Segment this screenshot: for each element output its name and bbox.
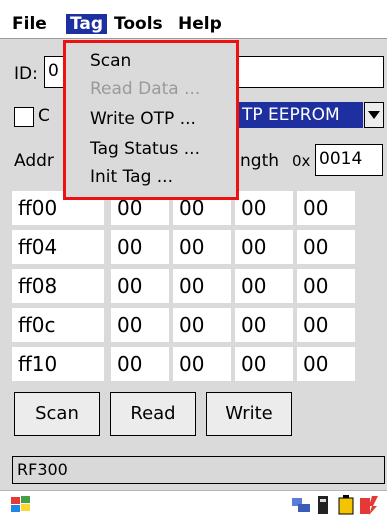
length-field[interactable]: 0014 <box>315 144 383 176</box>
length-label: ngth <box>240 151 280 171</box>
taskbar <box>0 490 387 518</box>
windows-start-icon[interactable] <box>10 495 32 515</box>
data-cell[interactable]: 00 <box>173 308 231 342</box>
data-cell[interactable]: 00 <box>111 347 169 381</box>
data-cell[interactable]: 00 <box>235 191 293 225</box>
network-icon[interactable] <box>290 496 312 514</box>
tag-dropdown-menu: Scan Read Data ... Write OTP ... Tag Sta… <box>63 40 239 200</box>
data-cell[interactable]: 00 <box>235 308 293 342</box>
menu-item-scan[interactable]: Scan <box>90 49 131 73</box>
memory-select[interactable]: TP EEPROM <box>238 102 363 128</box>
write-button[interactable]: Write <box>206 392 292 436</box>
data-cell[interactable]: 00 <box>173 269 231 303</box>
data-cell[interactable]: 00 <box>173 230 231 264</box>
address-cell: ff0c <box>12 308 104 342</box>
dropdown-arrow-button[interactable] <box>364 102 384 128</box>
menu-item-tag-status[interactable]: Tag Status ... <box>90 137 200 161</box>
id-label: ID: <box>14 64 38 84</box>
data-cell[interactable]: 00 <box>111 308 169 342</box>
card-icon[interactable] <box>316 495 330 515</box>
data-cell[interactable]: 00 <box>235 269 293 303</box>
power-icon[interactable] <box>358 494 380 516</box>
address-cell: ff10 <box>12 347 104 381</box>
menu-file[interactable]: File <box>8 14 51 34</box>
address-cell: ff08 <box>12 269 104 303</box>
menu-item-write-otp[interactable]: Write OTP ... <box>90 107 196 131</box>
data-cell[interactable]: 00 <box>235 230 293 264</box>
menu-tag[interactable]: Tag <box>66 14 108 34</box>
menu-help[interactable]: Help <box>174 14 226 34</box>
reader-status-field: RF300 <box>12 456 385 484</box>
data-cell[interactable]: 00 <box>297 308 355 342</box>
data-cell[interactable]: 00 <box>297 269 355 303</box>
data-cell[interactable]: 00 <box>111 230 169 264</box>
data-cell[interactable]: 00 <box>235 347 293 381</box>
address-cell: ff04 <box>12 230 104 264</box>
menu-item-init-tag[interactable]: Init Tag ... <box>90 165 173 189</box>
data-cell[interactable]: 00 <box>173 347 231 381</box>
checkbox[interactable] <box>14 107 34 127</box>
menu-bar: File Tag Tools Help <box>0 0 387 39</box>
checkbox-label: C <box>38 106 50 126</box>
length-prefix: 0x <box>292 152 311 170</box>
data-cell[interactable]: 00 <box>111 269 169 303</box>
data-cell[interactable]: 00 <box>297 347 355 381</box>
menu-tools[interactable]: Tools <box>110 14 167 34</box>
read-button[interactable]: Read <box>110 392 196 436</box>
data-cell[interactable]: 00 <box>297 191 355 225</box>
address-label: Addr <box>14 151 54 171</box>
scan-button[interactable]: Scan <box>14 392 100 436</box>
chevron-down-icon <box>368 111 380 119</box>
battery-icon[interactable] <box>336 494 356 516</box>
data-cell[interactable]: 00 <box>297 230 355 264</box>
menu-item-read-data[interactable]: Read Data ... <box>90 77 200 101</box>
